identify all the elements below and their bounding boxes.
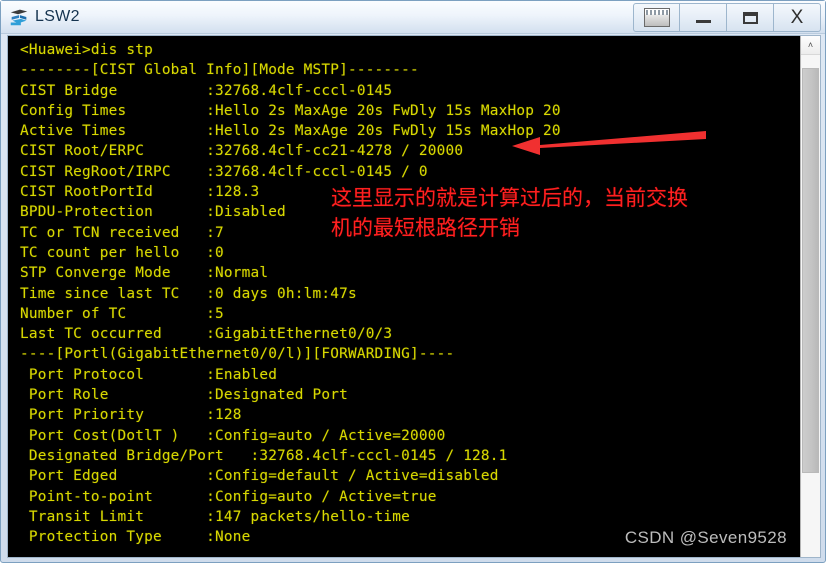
terminal-line: Port Cost(DotlT ) :Config=auto / Active=…: [20, 427, 446, 444]
restore-window-button[interactable]: [633, 3, 680, 32]
terminal-line: Config Times :Hello 2s MaxAge 20s FwDly …: [20, 102, 561, 119]
terminal-line: CIST Root/ERPC :32768.4clf-cc21-4278 / 2…: [20, 143, 464, 160]
window-titlebar[interactable]: LSW2 X: [1, 1, 825, 34]
terminal-output[interactable]: <Huawei>dis stp --------[CIST Global Info…: [8, 36, 800, 557]
terminal-line: CIST RootPortId :128.3: [20, 184, 260, 201]
terminal-line: TC or TCN received :7: [20, 224, 224, 241]
terminal-line: Last TC occurred :GigabitEthernet0/0/3: [20, 326, 393, 343]
terminal-line: Protection Type :None: [20, 529, 251, 546]
window-controls: X: [633, 3, 821, 32]
terminal-line: BPDU-Protection :Disabled: [20, 204, 286, 221]
terminal-line: CIST Bridge :32768.4clf-cccl-0145: [20, 82, 393, 99]
terminal-line: <Huawei>dis stp: [20, 42, 153, 58]
terminal-line: Time since last TC :0 days 0h:lm:47s: [20, 285, 357, 302]
scrollbar-track[interactable]: [801, 55, 820, 557]
scrollbar-thumb[interactable]: [802, 68, 819, 473]
window-title: LSW2: [35, 8, 80, 25]
terminal-line: ----[Portl(GigabitEthernet0/0/l)][FORWAR…: [20, 346, 455, 363]
screenshot-root: LSW2 X <Huawei>dis stp --------[CIST Glob…: [0, 0, 826, 563]
terminal-line: Number of TC :5: [20, 305, 224, 322]
terminal-line: STP Converge Mode :Normal: [20, 265, 269, 282]
terminal-line: TC count per hello :0: [20, 244, 224, 261]
terminal-window: LSW2 X <Huawei>dis stp --------[CIST Glob…: [0, 0, 826, 563]
maximize-window-button[interactable]: [727, 3, 774, 32]
close-window-button[interactable]: X: [774, 3, 821, 32]
terminal-line: CIST RegRoot/IRPC :32768.4clf-cccl-0145 …: [20, 163, 428, 180]
terminal-area: <Huawei>dis stp --------[CIST Global Info…: [7, 35, 821, 558]
scroll-up-arrow-icon[interactable]: ˄: [801, 36, 820, 55]
minimize-window-button[interactable]: [680, 3, 727, 32]
terminal-line: Point-to-point :Config=auto / Active=tru…: [20, 488, 437, 505]
terminal-line: Port Role :Designated Port: [20, 387, 348, 404]
minimize-icon: [695, 19, 711, 23]
terminal-line: Port Edged :Config=default / Active=disa…: [20, 468, 499, 485]
close-icon: X: [790, 7, 804, 28]
terminal-line: Port Protocol :Enabled: [20, 366, 278, 383]
terminal-line: Port Priority :128: [20, 407, 242, 424]
switch-icon: [10, 9, 28, 26]
terminal-line: Transit Limit :147 packets/hello-time: [20, 508, 411, 525]
restore-icon: [643, 8, 670, 27]
terminal-line: Active Times :Hello 2s MaxAge 20s FwDly …: [20, 123, 561, 140]
terminal-scrollbar[interactable]: ˄: [800, 36, 820, 557]
maximize-icon: [742, 11, 758, 24]
terminal-line: Designated Bridge/Port :32768.4clf-cccl-…: [20, 447, 508, 464]
terminal-line: --------[CIST Global Info][Mode MSTP]---…: [20, 62, 419, 79]
